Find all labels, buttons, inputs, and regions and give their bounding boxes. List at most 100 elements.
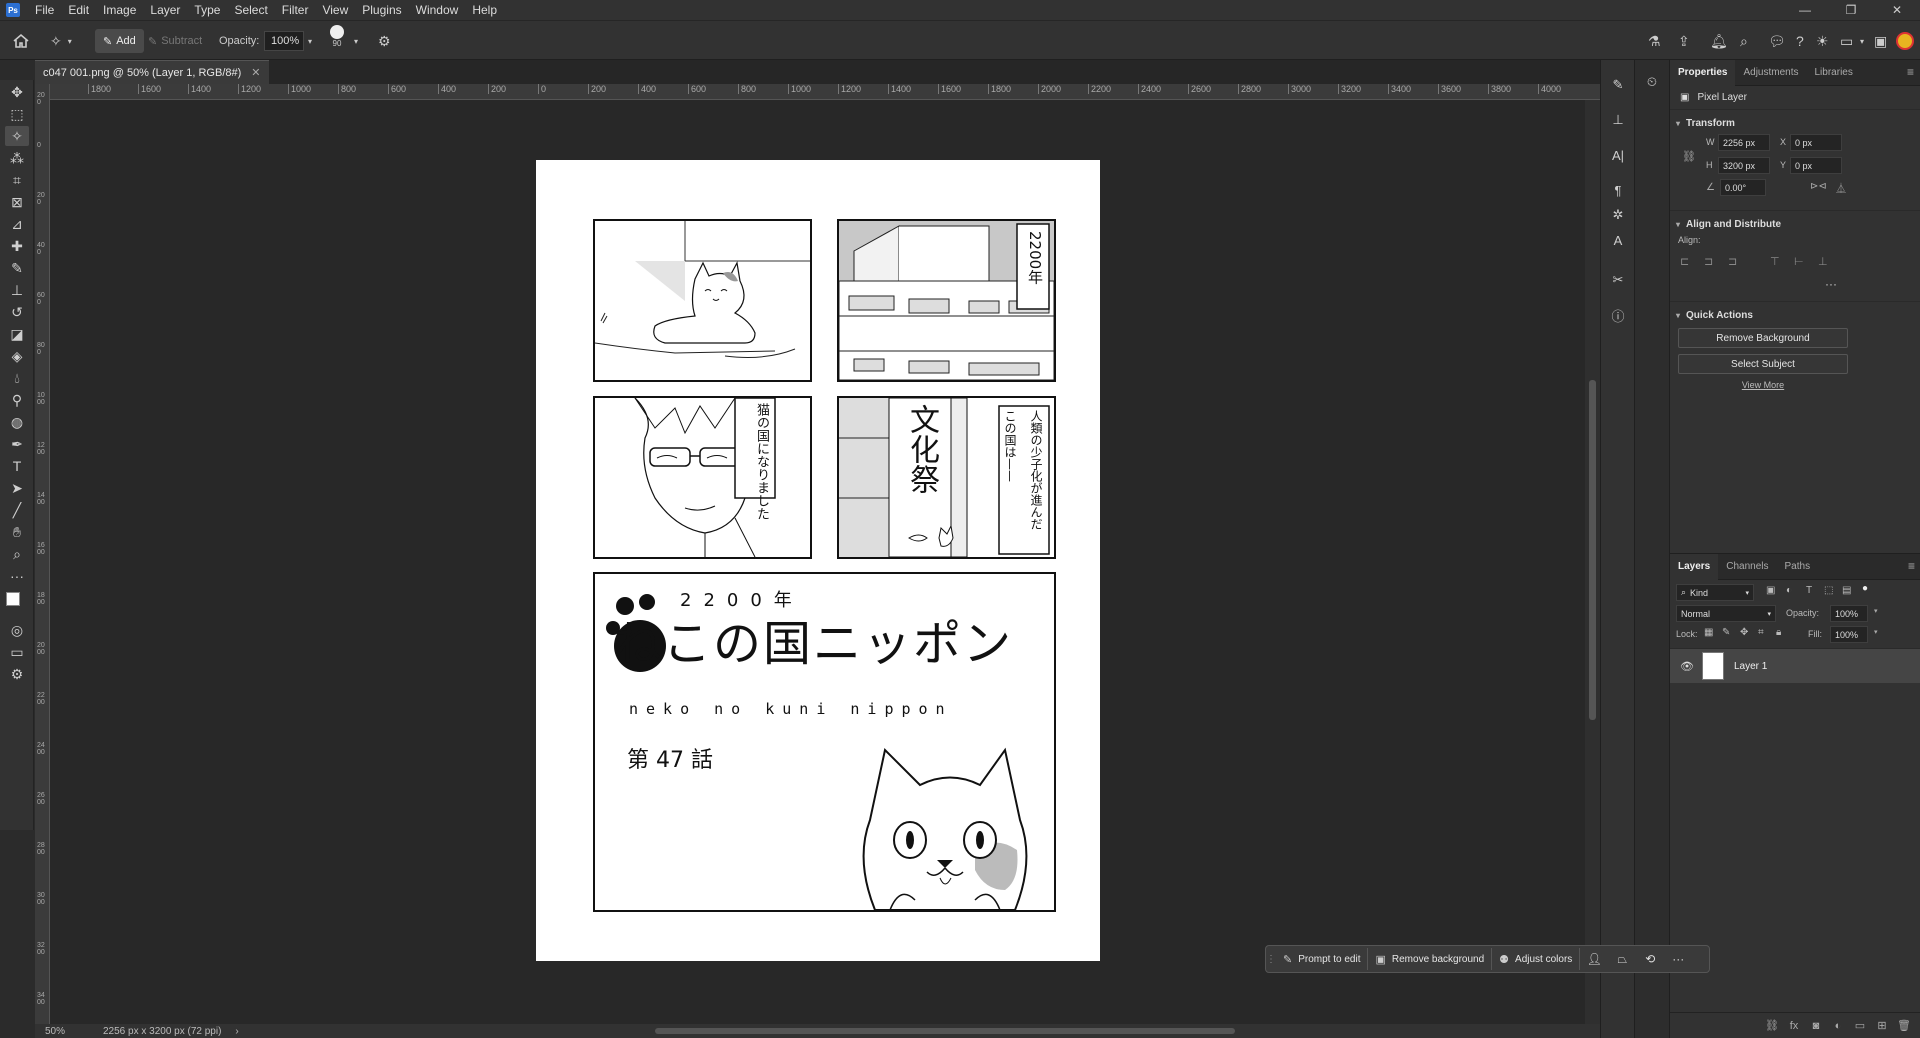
filter-adjustment-icon[interactable]: ◐ bbox=[1786, 585, 1792, 596]
link-layers-icon[interactable]: ⛓ bbox=[1761, 1019, 1783, 1032]
opacity-input[interactable]: 100% bbox=[264, 31, 304, 51]
chevron-down-icon[interactable]: ▾ bbox=[1874, 607, 1878, 615]
quick-actions-section-header[interactable]: ▾ Quick Actions bbox=[1670, 306, 1920, 324]
hand-tool-icon[interactable]: ✋︎ bbox=[5, 522, 29, 542]
add-mode-button[interactable]: ✎ Add bbox=[95, 29, 144, 53]
gear-icon[interactable]: ⚙ bbox=[378, 29, 391, 53]
pen-tool-icon[interactable]: ✒ bbox=[5, 434, 29, 454]
history-brush-tool-icon[interactable]: ↺ bbox=[5, 302, 29, 322]
width-field[interactable]: 2256 px bbox=[1718, 134, 1770, 151]
tab-layers[interactable]: Layers bbox=[1670, 553, 1719, 580]
panel-menu-icon[interactable]: ≡ bbox=[1907, 65, 1914, 79]
drag-handle-icon[interactable]: ⋮ bbox=[1266, 954, 1276, 965]
menu-image[interactable]: Image bbox=[96, 0, 143, 20]
layer-fill-input[interactable]: 100% bbox=[1830, 626, 1868, 643]
eraser-tool-icon[interactable]: ◪ bbox=[5, 324, 29, 344]
avatar[interactable] bbox=[1896, 29, 1914, 53]
document-tab[interactable]: c047 001.png @ 50% (Layer 1, RGB/8#) ✕ bbox=[35, 60, 269, 84]
prompt-to-edit-button[interactable]: ✎ Prompt to edit bbox=[1276, 948, 1369, 970]
filter-type-icon[interactable]: T bbox=[1806, 585, 1812, 596]
info-icon[interactable]: ⓘ bbox=[1608, 305, 1628, 325]
menu-edit[interactable]: Edit bbox=[61, 0, 96, 20]
line-tool-icon[interactable]: ╱ bbox=[5, 500, 29, 520]
tab-adjustments[interactable]: Adjustments bbox=[1735, 60, 1806, 86]
adjustment-layer-icon[interactable]: ◐ bbox=[1827, 1020, 1849, 1032]
clone-stamp-tool-icon[interactable]: ⊥ bbox=[5, 280, 29, 300]
align-right-icon[interactable]: ⊐ bbox=[1728, 255, 1737, 268]
angle-field[interactable]: 0.00° bbox=[1720, 179, 1766, 196]
blend-mode-select[interactable]: Normal ▾ bbox=[1676, 605, 1776, 622]
menu-plugins[interactable]: Plugins bbox=[355, 0, 408, 20]
chat-icon[interactable]: 💬︎ bbox=[1768, 29, 1786, 53]
zoom-tool-icon[interactable]: ⌕ bbox=[5, 544, 29, 564]
quick-mask-icon[interactable]: ◎ bbox=[5, 620, 29, 640]
tools-icon[interactable]: ✂ bbox=[1608, 270, 1628, 290]
chevron-down-icon[interactable]: ▾ bbox=[354, 29, 358, 53]
type-tool-icon[interactable]: T bbox=[5, 456, 29, 476]
restore-button[interactable]: ❐ bbox=[1828, 0, 1874, 20]
lock-artboard-icon[interactable]: ⌗ bbox=[1758, 627, 1764, 638]
flip-horizontal-icon[interactable]: ⊳⊲ bbox=[1810, 181, 1827, 192]
share-icon[interactable]: ⇪ bbox=[1678, 29, 1690, 53]
lock-all-icon[interactable]: 🔒︎ bbox=[1776, 627, 1781, 638]
layer-opacity-input[interactable]: 100% bbox=[1830, 605, 1868, 622]
layer-kind-filter[interactable]: ⌕ Kind ▾ bbox=[1676, 584, 1754, 601]
align-top-icon[interactable]: ⊤ bbox=[1770, 255, 1780, 268]
clone-source-icon[interactable]: ⊥ bbox=[1608, 110, 1628, 130]
chevron-right-icon[interactable]: › bbox=[235, 1026, 238, 1037]
close-icon[interactable]: ✕ bbox=[251, 66, 260, 79]
brush-tool-icon[interactable]: ✎ bbox=[5, 258, 29, 278]
filter-smart-object-icon[interactable]: ▤ bbox=[1842, 585, 1851, 596]
horizontal-scrollbar[interactable] bbox=[285, 1026, 1605, 1036]
align-section-header[interactable]: ▾ Align and Distribute bbox=[1670, 215, 1920, 233]
minimize-button[interactable]: — bbox=[1782, 0, 1828, 20]
scroll-thumb[interactable] bbox=[655, 1028, 1235, 1034]
link-icon[interactable]: ⛓ bbox=[1682, 150, 1696, 163]
lightbulb-icon[interactable]: ☀ bbox=[1816, 29, 1829, 53]
subtract-mode-button[interactable]: ✎ Subtract bbox=[148, 29, 202, 53]
eye-visibility-icon[interactable]: 👁︎ bbox=[1680, 660, 1694, 673]
layer-effects-icon[interactable]: fx bbox=[1783, 1020, 1805, 1032]
tool-preset-picker[interactable]: ✧ ▾ bbox=[50, 29, 72, 53]
align-left-icon[interactable]: ⊏ bbox=[1680, 255, 1689, 268]
adjust-colors-button[interactable]: ⚉ Adjust colors bbox=[1492, 948, 1581, 970]
perspective-icon[interactable]: ⏢ bbox=[1608, 952, 1636, 967]
transform-section-header[interactable]: ▾ Transform bbox=[1670, 114, 1920, 132]
move-tool-icon[interactable]: ✥ bbox=[5, 82, 29, 102]
menu-window[interactable]: Window bbox=[409, 0, 466, 20]
frame-tool-icon[interactable]: ⊠ bbox=[5, 192, 29, 212]
x-field[interactable]: 0 px bbox=[1790, 134, 1842, 151]
panel-menu-icon[interactable]: ≡ bbox=[1908, 559, 1915, 573]
align-center-h-icon[interactable]: ⊐ bbox=[1704, 255, 1713, 268]
align-middle-v-icon[interactable]: ⊢ bbox=[1794, 255, 1804, 268]
paint-bucket-tool-icon[interactable]: ◈ bbox=[5, 346, 29, 366]
filter-shape-icon[interactable]: ⬚ bbox=[1824, 585, 1833, 596]
character-icon[interactable]: A| bbox=[1608, 145, 1628, 165]
screen-mode-icon[interactable]: ▭ bbox=[5, 642, 29, 662]
search-icon[interactable]: ⌕ bbox=[1740, 29, 1748, 53]
dodge-tool-icon[interactable]: ⚲ bbox=[5, 390, 29, 410]
select-subject-button[interactable]: Select Subject bbox=[1678, 354, 1848, 374]
more-tools-icon[interactable]: ··· bbox=[5, 566, 29, 586]
menu-layer[interactable]: Layer bbox=[143, 0, 187, 20]
zoom-level[interactable]: 50% bbox=[45, 1026, 95, 1037]
tab-channels[interactable]: Channels bbox=[1718, 554, 1776, 580]
brush-settings-icon[interactable]: ✎ bbox=[1608, 75, 1628, 95]
workspace-icon[interactable]: ▭ bbox=[1840, 29, 1853, 53]
lock-transparent-icon[interactable]: ▦ bbox=[1704, 627, 1713, 638]
brush-size-picker[interactable]: 90 bbox=[330, 25, 344, 49]
history-icon[interactable]: ⏲ bbox=[1642, 72, 1662, 92]
marquee-tool-icon[interactable]: ⬚ bbox=[5, 104, 29, 124]
menu-type[interactable]: Type bbox=[187, 0, 227, 20]
foreground-color-swatch[interactable] bbox=[6, 592, 20, 606]
quick-selection-tool-icon[interactable]: ✧ bbox=[5, 126, 29, 146]
height-field[interactable]: 3200 px bbox=[1718, 157, 1770, 174]
close-window-button[interactable]: ✕ bbox=[1874, 0, 1920, 20]
layer-row[interactable]: 👁︎ Layer 1 bbox=[1670, 649, 1920, 683]
menu-help[interactable]: Help bbox=[465, 0, 504, 20]
tab-libraries[interactable]: Libraries bbox=[1807, 60, 1861, 86]
more-options-icon[interactable]: ··· bbox=[1664, 952, 1692, 966]
paragraph-icon[interactable]: ¶ bbox=[1608, 180, 1628, 200]
healing-brush-tool-icon[interactable]: ✚ bbox=[5, 236, 29, 256]
vertical-scrollbar[interactable] bbox=[1585, 100, 1600, 1024]
